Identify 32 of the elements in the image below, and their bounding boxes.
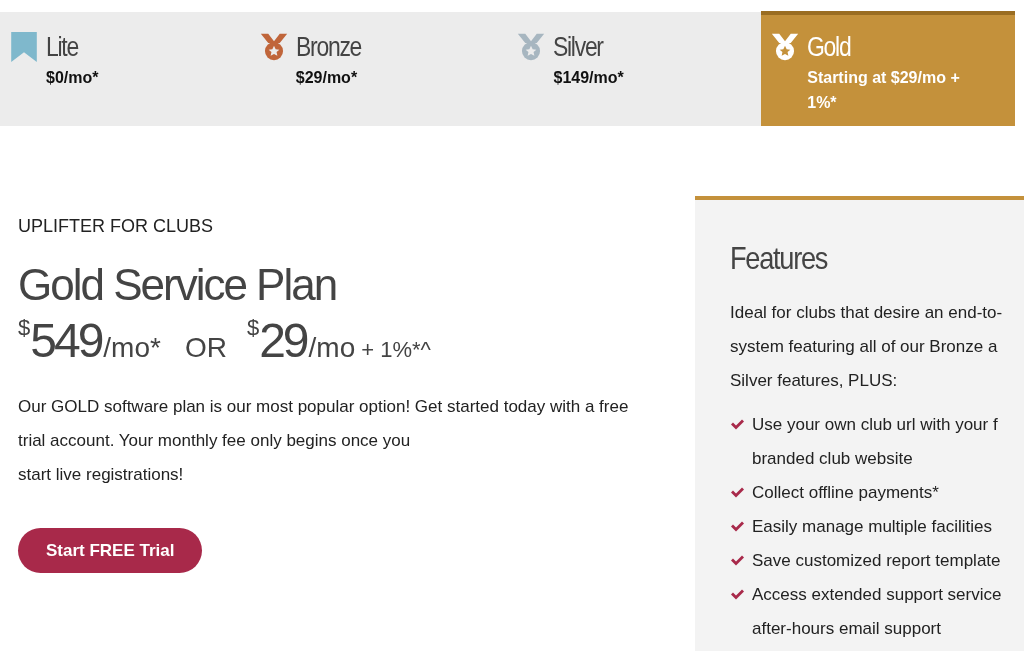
check-icon — [730, 487, 744, 498]
medal-icon — [259, 31, 288, 63]
feature-item: Collect offline payments* — [752, 482, 939, 504]
price-line: $^{$}$549/mo* OR $^{$}$29/mo + 1%*^ — [18, 313, 432, 368]
features-intro: Ideal for clubs that desire an end-to- system featuring all of our Bronze a Silver features, PLUS: — [730, 302, 1004, 392]
feature-item: Use your own club url with your f branded club website — [752, 414, 998, 470]
medal-icon — [771, 31, 800, 63]
plan-price: $29/mo* — [295, 68, 359, 88]
eyebrow-text: UPLIFTER FOR CLUBS — [18, 216, 215, 237]
plan-description: Our GOLD software plan is our most popular option! Get started today with a free trial account. Your monthly fee only begins once you start live registrations! — [18, 396, 630, 486]
plan-name: Silver — [553, 31, 605, 63]
plan-name: Gold — [807, 31, 852, 63]
plan-tab[interactable]: Lite $0/mo* — [0, 11, 254, 126]
medal-icon — [517, 31, 546, 63]
plan-name: Lite — [46, 31, 80, 63]
features-title: Features — [730, 239, 829, 278]
feature-item: Access extended support service after-hours email support — [752, 584, 1002, 640]
check-icon — [730, 419, 744, 430]
start-trial-button[interactable]: Start FREE Trial — [18, 528, 203, 573]
plan-name: Bronze — [295, 31, 363, 63]
plan-tab[interactable]: Bronze $29/mo* — [253, 11, 508, 126]
check-icon — [730, 589, 744, 600]
bookmark-icon — [10, 31, 38, 63]
plan-price: $149/mo* — [553, 68, 625, 88]
plan-price: $0/mo* — [46, 68, 100, 88]
check-icon — [730, 521, 744, 532]
feature-item: Save customized report template — [752, 550, 1001, 572]
plan-price: Starting at $29/mo + 1%* — [807, 68, 961, 113]
plan-title: Gold Service Plan — [18, 259, 338, 311]
check-icon — [730, 555, 744, 566]
feature-item: Easily manage multiple facilities — [752, 516, 992, 538]
plan-tab[interactable]: Silver $149/mo* — [507, 11, 762, 126]
